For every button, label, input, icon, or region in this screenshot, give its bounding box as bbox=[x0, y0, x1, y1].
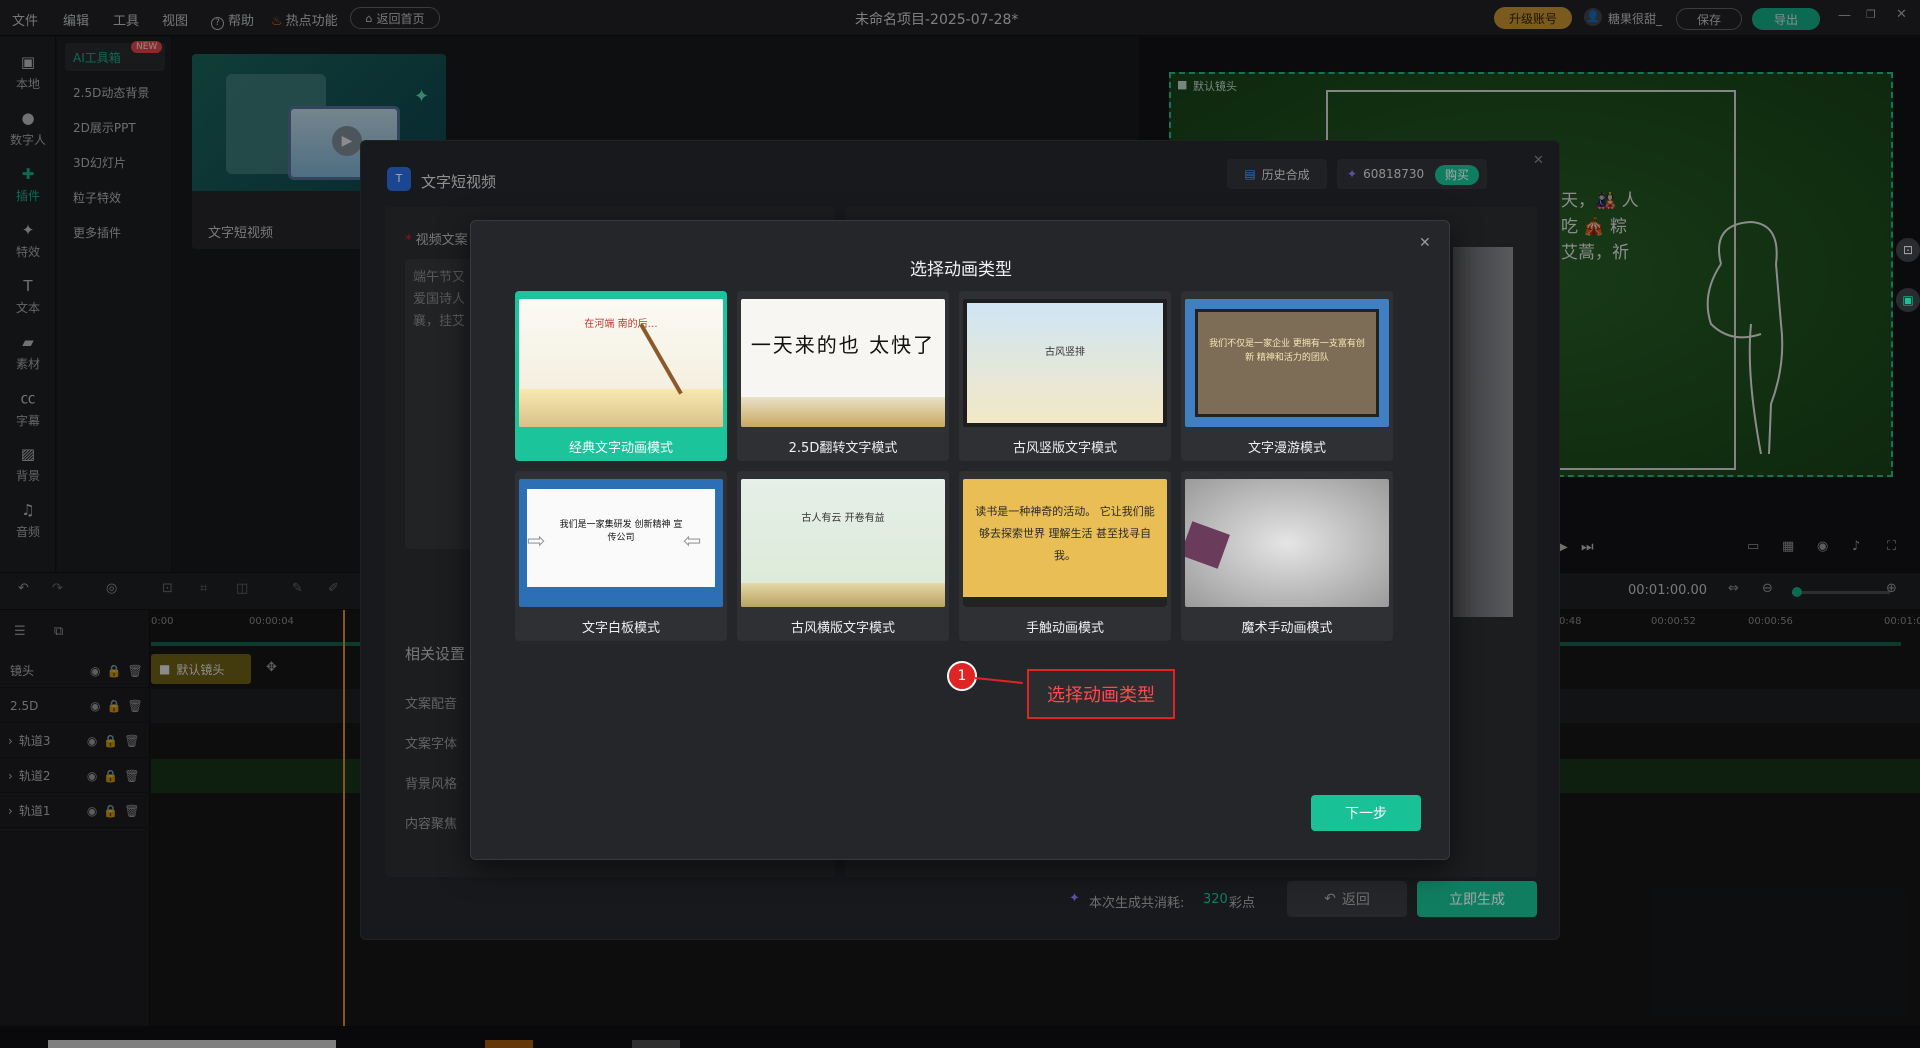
card-thumb: 一天来的也 太快了 bbox=[741, 299, 945, 427]
card-text-roaming[interactable]: 我们不仅是一家企业 更拥有一支富有创新 精神和活力的团队 文字漫游模式 bbox=[1181, 291, 1393, 461]
callout-number-badge: 1 bbox=[947, 661, 977, 691]
next-step-button[interactable]: 下一步 bbox=[1311, 795, 1421, 831]
card-thumb: 我们是一家集研发 创新精神 宣传公司 ⇨ ⇦ bbox=[519, 479, 723, 607]
card-touch-animation[interactable]: 读书是一种神奇的活动。 它让我们能够去探索世界 理解生活 甚至找寻自我。 手触动… bbox=[959, 471, 1171, 641]
magic-hand-icon bbox=[1185, 521, 1230, 569]
card-ancient-vertical[interactable]: 古风竖排 古风竖版文字模式 bbox=[959, 291, 1171, 461]
callout-line bbox=[974, 677, 1023, 685]
arrow-left-icon: ⇦ bbox=[683, 529, 702, 554]
card-classic-text[interactable]: 在河端 南的后… 经典文字动画模式 bbox=[515, 291, 727, 461]
card-25d-flip[interactable]: 一天来的也 太快了 2.5D翻转文字模式 bbox=[737, 291, 949, 461]
dialog-title: 选择动画类型 bbox=[910, 260, 1012, 280]
card-thumb bbox=[1185, 479, 1389, 607]
card-thumb: 读书是一种神奇的活动。 它让我们能够去探索世界 理解生活 甚至找寻自我。 bbox=[963, 479, 1167, 607]
callout-label: 选择动画类型 bbox=[1027, 669, 1175, 719]
lock-icon[interactable]: ▣ bbox=[1896, 288, 1920, 312]
card-whiteboard[interactable]: 我们是一家集研发 创新精神 宣传公司 ⇨ ⇦ 文字白板模式 bbox=[515, 471, 727, 641]
card-thumb: 我们不仅是一家企业 更拥有一支富有创新 精神和活力的团队 bbox=[1185, 299, 1389, 427]
card-thumb: 古风竖排 bbox=[963, 299, 1167, 427]
card-thumb: 在河端 南的后… bbox=[519, 299, 723, 427]
animation-type-dialog: 选择动画类型 ✕ 在河端 南的后… 经典文字动画模式 一天来的也 太快了 2.5… bbox=[470, 220, 1450, 860]
card-ancient-horizontal[interactable]: 古人有云 开卷有益 古风横版文字模式 bbox=[737, 471, 949, 641]
card-magic-hand[interactable]: 魔术手动画模式 bbox=[1181, 471, 1393, 641]
arrow-right-icon: ⇨ bbox=[527, 529, 546, 554]
card-thumb: 古人有云 开卷有益 bbox=[741, 479, 945, 607]
close-icon[interactable]: ✕ bbox=[1419, 235, 1431, 251]
fit-screen-icon[interactable]: ⊡ bbox=[1896, 238, 1920, 262]
